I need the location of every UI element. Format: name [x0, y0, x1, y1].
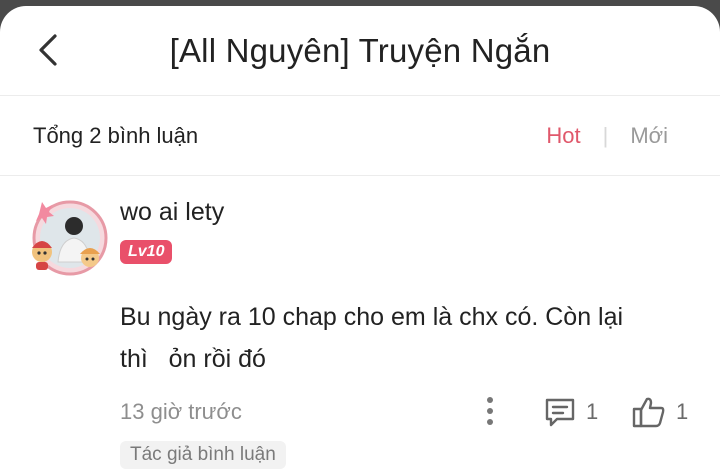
like-count: 1: [676, 399, 689, 424]
comment-summary-bar: Tổng 2 bình luận Hot | Mới: [0, 96, 720, 176]
page-title: [All Nguyên] Truyện Ngắn: [169, 32, 551, 69]
more-vertical-icon: [487, 397, 493, 425]
avatar[interactable]: [28, 192, 108, 280]
sort-divider: |: [602, 123, 609, 148]
comment-body: Bu ngày ra 10 chap cho em là chx có. Còn…: [120, 296, 690, 380]
sort-toggle: Hot | Mới: [546, 123, 668, 149]
comment-item: wo ai lety Lv10 Bu ngày ra 10 chap cho e…: [0, 176, 720, 476]
sort-new-tab[interactable]: Mới: [630, 123, 668, 149]
comments-sheet: [All Nguyên] Truyện Ngắn Tổng 2 bình luậ…: [0, 6, 720, 476]
like-button[interactable]: 1: [632, 394, 688, 430]
comment-body-line: Bu ngày ra 10 chap cho em là chx có. Còn…: [120, 303, 624, 331]
comment-icon: [545, 398, 575, 427]
comment-body-line: thì ỏn rồi đó: [120, 345, 266, 373]
author-comment-tag: Tác giả bình luận: [120, 441, 286, 469]
header-bar: [All Nguyên] Truyện Ngắn: [0, 6, 720, 96]
comment-count: Tổng 2 bình luận: [33, 123, 199, 148]
reply-button[interactable]: 1: [544, 394, 598, 430]
comment-username[interactable]: wo ai lety: [120, 198, 224, 227]
more-button[interactable]: [478, 394, 502, 428]
comment-timestamp: 13 giờ trước: [120, 399, 242, 424]
level-badge: Lv10: [120, 240, 173, 264]
sort-hot-tab[interactable]: Hot: [546, 123, 580, 149]
thumbs-up-icon: [632, 397, 665, 428]
reply-count: 1: [586, 399, 599, 424]
